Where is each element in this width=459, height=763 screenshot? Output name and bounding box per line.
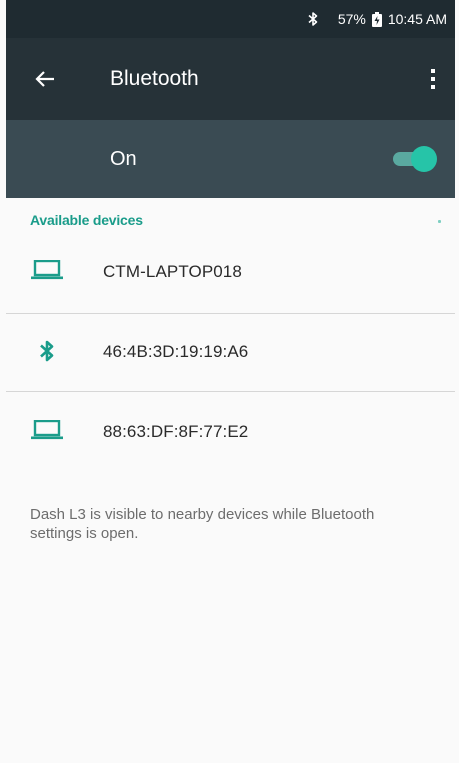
battery-percent: 57% — [337, 11, 366, 27]
bluetooth-toggle[interactable] — [389, 146, 437, 172]
laptop-icon — [30, 258, 64, 282]
bluetooth-settings-screen: 57% 10:45 AM Bluetooth On Available devi… — [6, 0, 455, 763]
laptop-icon — [30, 418, 64, 442]
toggle-thumb — [411, 146, 437, 172]
list-item[interactable]: 46:4B:3D:19:19:A6 — [6, 313, 455, 391]
list-item[interactable]: CTM-LAPTOP018 — [6, 246, 455, 313]
page-title: Bluetooth — [110, 67, 199, 90]
device-name: 46:4B:3D:19:19:A6 — [103, 342, 249, 361]
list-item[interactable]: 88:63:DF:8F:77:E2 — [6, 391, 455, 469]
more-vert-icon — [431, 69, 435, 89]
overflow-menu-button[interactable] — [421, 62, 445, 96]
battery-charging-icon — [371, 11, 382, 27]
bluetooth-icon — [308, 12, 318, 26]
device-name: CTM-LAPTOP018 — [103, 262, 242, 281]
switch-label: On — [110, 148, 137, 170]
visibility-note: Dash L3 is visible to nearby devices whi… — [30, 506, 375, 542]
device-name: 88:63:DF:8F:77:E2 — [103, 422, 249, 441]
bluetooth-icon — [30, 339, 64, 363]
device-list: CTM-LAPTOP018 46:4B:3D:19:19:A6 88:63:DF… — [6, 246, 455, 469]
available-devices-header: Available devices — [6, 198, 455, 246]
arrow-back-icon — [35, 71, 54, 87]
status-bar: 57% 10:45 AM — [6, 0, 455, 38]
section-title: Available devices — [30, 212, 143, 228]
status-time: 10:45 AM — [387, 11, 447, 27]
bluetooth-master-switch-bar[interactable]: On — [6, 120, 455, 198]
app-bar: Bluetooth — [6, 38, 455, 120]
scanning-progress-indicator — [438, 220, 441, 223]
back-button[interactable] — [30, 64, 60, 94]
